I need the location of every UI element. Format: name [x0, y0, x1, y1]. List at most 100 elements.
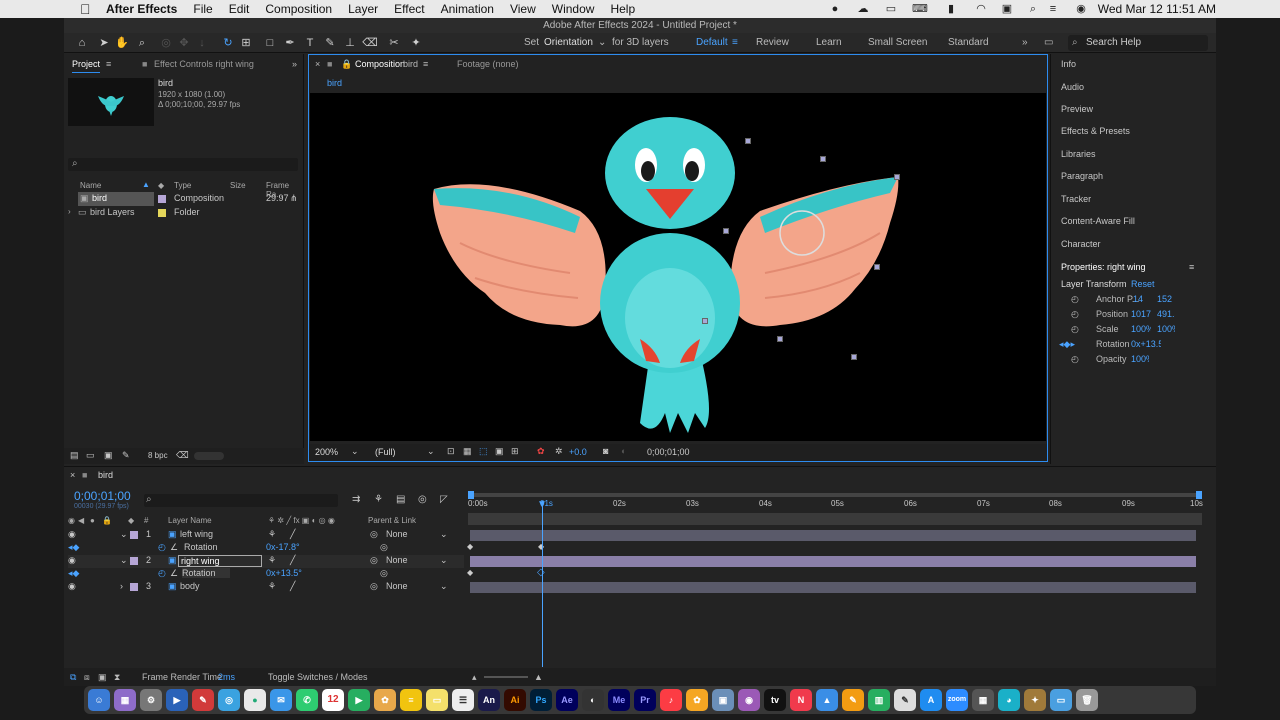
- orbit-camera-icon[interactable]: ◎: [158, 35, 174, 51]
- battery-icon[interactable]: ▮: [944, 3, 958, 15]
- switches-icon[interactable]: ⚘ ✲ ╱ fx ▣ ◐ ◎ ◉: [268, 516, 335, 525]
- chevron-right-icon[interactable]: ›: [120, 581, 123, 591]
- grid-guides-icon[interactable]: ⊞: [511, 446, 519, 457]
- keyboard-icon[interactable]: ⌨: [912, 3, 928, 15]
- control-center-icon[interactable]: ≡: [1046, 3, 1060, 15]
- graph-icon[interactable]: ∠: [170, 542, 178, 553]
- zoom-in-icon[interactable]: ▲: [534, 668, 543, 686]
- layer-name[interactable]: left wing: [180, 529, 213, 539]
- keynote-icon[interactable]: ▶: [166, 689, 188, 711]
- close-tab-icon[interactable]: ×: [70, 470, 75, 480]
- audio-toggle-icon[interactable]: ◀: [78, 516, 84, 525]
- panel-info[interactable]: Info: [1061, 59, 1076, 69]
- timeline-zoom-slider[interactable]: [484, 676, 528, 678]
- stopwatch-icon[interactable]: ◴: [1071, 354, 1079, 365]
- mask-visibility-icon[interactable]: ⬚: [479, 446, 488, 457]
- expression-pickwhip-icon[interactable]: ◎: [380, 542, 388, 553]
- playhead-handle[interactable]: ▼: [537, 499, 547, 510]
- playhead-line[interactable]: [542, 501, 543, 667]
- bridge-icon[interactable]: ◐: [582, 689, 604, 711]
- panel-toggle-icon[interactable]: ▭: [1044, 37, 1053, 48]
- panel-menu-icon[interactable]: ≡: [1189, 262, 1194, 272]
- region-of-interest-icon[interactable]: ▣: [495, 446, 504, 457]
- menu-file[interactable]: File: [193, 2, 212, 16]
- comp-tab-name[interactable]: bird: [403, 55, 418, 73]
- label-swatch[interactable]: [130, 557, 138, 565]
- keyframe-diamond[interactable]: ◆: [467, 542, 473, 551]
- layer-name[interactable]: right wing: [178, 555, 262, 567]
- pages-icon[interactable]: ✎: [842, 689, 864, 711]
- solo-toggle-icon[interactable]: ●: [90, 516, 95, 525]
- clock[interactable]: Wed Mar 12 11:51 AM: [1098, 2, 1216, 16]
- workspace-review[interactable]: Review: [756, 37, 789, 48]
- wifi-icon[interactable]: ◠: [974, 3, 988, 15]
- viewer-timecode[interactable]: 0;00;01;00: [647, 447, 690, 457]
- chevron-down-icon[interactable]: ⌄: [598, 37, 606, 48]
- panel-character[interactable]: Character: [1061, 239, 1101, 249]
- comp-breadcrumb[interactable]: bird: [327, 74, 342, 92]
- transform-handle[interactable]: [820, 156, 826, 162]
- thumbnail-slider[interactable]: [194, 452, 224, 460]
- menu-effect[interactable]: Effect: [394, 2, 424, 16]
- textedit-icon[interactable]: ✎: [894, 689, 916, 711]
- pickwhip-icon[interactable]: ◎: [370, 581, 378, 592]
- pan-behind-tool-icon[interactable]: ⊞: [238, 35, 254, 51]
- premiere-icon[interactable]: Pr: [634, 689, 656, 711]
- work-area-bar[interactable]: [468, 493, 1200, 497]
- graph-editor-icon[interactable]: ◸: [440, 494, 448, 505]
- media-encoder-icon[interactable]: Me: [608, 689, 630, 711]
- panel-libraries[interactable]: Libraries: [1061, 149, 1096, 159]
- lock-toggle-icon[interactable]: 🔒: [102, 516, 112, 525]
- sort-ascending-icon[interactable]: ▲: [142, 180, 150, 189]
- exposure-value[interactable]: +0.0: [569, 447, 587, 457]
- video-toggle-icon[interactable]: ◉: [68, 516, 75, 525]
- orientation-dropdown[interactable]: Orientation: [544, 37, 606, 48]
- motion-blur-icon[interactable]: ◎: [418, 494, 427, 505]
- chevron-down-icon[interactable]: ⌄: [427, 446, 435, 457]
- clone-stamp-icon[interactable]: ⊥: [342, 35, 358, 51]
- work-area-start[interactable]: [468, 491, 474, 499]
- trash-icon[interactable]: 🗑: [1076, 689, 1098, 711]
- layer-duration-bar[interactable]: [470, 530, 1196, 541]
- chevron-down-icon[interactable]: ⌄: [440, 529, 448, 540]
- label-swatch[interactable]: [130, 583, 138, 591]
- label-swatch[interactable]: [158, 195, 166, 203]
- shy-switch-icon[interactable]: ⚘: [268, 581, 276, 592]
- current-timecode[interactable]: 0;00;01;00: [74, 489, 131, 503]
- eraser-tool-icon[interactable]: ⌫: [362, 35, 378, 51]
- mail-icon[interactable]: ✉: [270, 689, 292, 711]
- panel-effects-presets[interactable]: Effects & Presets: [1061, 126, 1130, 136]
- comp-tab-label[interactable]: Composition: [355, 55, 405, 73]
- exposure-icon[interactable]: ✲: [555, 446, 563, 457]
- zoom-out-icon[interactable]: ▴: [472, 668, 477, 686]
- browser-icon[interactable]: ◕: [998, 689, 1020, 711]
- pen-tool-icon[interactable]: ✒: [282, 35, 298, 51]
- transform-handle[interactable]: [702, 318, 708, 324]
- workspace-default[interactable]: Default: [696, 37, 728, 48]
- parent-dropdown[interactable]: None: [386, 581, 408, 591]
- animate-icon[interactable]: An: [478, 689, 500, 711]
- property-row[interactable]: ◂◆ ◴ ∠ Rotation 0x-17.8° ◎: [68, 542, 464, 555]
- layer-duration-bar-selected[interactable]: [470, 556, 1196, 567]
- parent-dropdown[interactable]: None: [386, 529, 408, 539]
- stopwatch-icon[interactable]: ◴: [1071, 324, 1079, 335]
- chevron-down-icon[interactable]: ⌄: [351, 446, 359, 457]
- col-type[interactable]: Type: [174, 181, 191, 190]
- panel-content-aware-fill[interactable]: Content-Aware Fill: [1061, 216, 1135, 226]
- menu-help[interactable]: Help: [610, 2, 635, 16]
- transform-handle[interactable]: [874, 264, 880, 270]
- rotation-value[interactable]: 0x+13.5°: [266, 568, 302, 578]
- project-search-input[interactable]: ⌕: [68, 158, 298, 171]
- chevron-down-icon[interactable]: ⌄: [440, 581, 448, 592]
- settings-icon[interactable]: ⚙: [140, 689, 162, 711]
- in-out-toggle-icon[interactable]: ▣: [98, 668, 107, 686]
- prop-scale-x[interactable]: 100%: [1131, 324, 1151, 334]
- new-folder-icon[interactable]: ▭: [86, 450, 95, 461]
- search-icon[interactable]: ⌕: [1026, 3, 1040, 15]
- menu-view[interactable]: View: [510, 2, 536, 16]
- rotation-value[interactable]: 0x-17.8°: [266, 542, 300, 552]
- panel-paragraph[interactable]: Paragraph: [1061, 171, 1103, 181]
- workspace-menu-icon[interactable]: ≡: [732, 37, 738, 48]
- work-area-end[interactable]: [1196, 491, 1202, 499]
- parent-dropdown[interactable]: None: [386, 555, 408, 565]
